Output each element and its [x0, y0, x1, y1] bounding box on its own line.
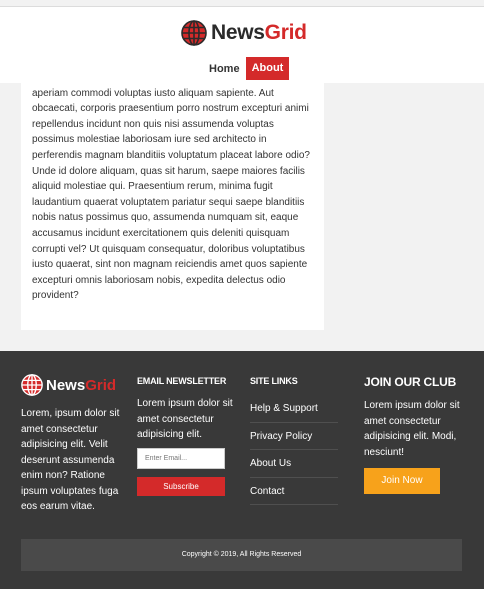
- article-body: iusto voluptatum suscipit et quasi. Repe…: [32, 72, 310, 302]
- main-nav: Home About: [205, 57, 290, 80]
- article-card: iusto voluptatum suscipit et quasi. Repe…: [21, 66, 324, 330]
- footer-about-text: Lorem, ipsum dolor sit amet consectetur …: [21, 408, 120, 512]
- copyright-bar: Copyright © 2019, All Rights Reserved: [21, 539, 462, 571]
- footer-link-about[interactable]: About Us: [250, 450, 338, 478]
- site-header: NewsGrid Home About: [0, 7, 484, 83]
- footer-link-help[interactable]: Help & Support: [250, 395, 338, 423]
- globe-icon: [21, 374, 43, 396]
- club-text: Lorem ipsum dolor sit amet consectetur a…: [364, 400, 460, 458]
- site-links-list: Help & Support Privacy Policy About Us C…: [250, 395, 338, 505]
- globe-icon: [181, 20, 207, 46]
- site-name: NewsGrid: [211, 21, 307, 44]
- site-logo[interactable]: NewsGrid: [181, 18, 307, 48]
- subscribe-button[interactable]: Subscribe: [137, 477, 225, 496]
- nav-about-link[interactable]: About: [245, 57, 290, 80]
- footer-link-contact[interactable]: Contact: [250, 478, 338, 505]
- site-footer: NewsGrid Lorem, ipsum dolor sit amet con…: [0, 351, 484, 589]
- club-title: Join Our Club: [364, 375, 457, 389]
- nav-home-link[interactable]: Home: [205, 59, 244, 79]
- join-now-button[interactable]: Join Now: [364, 468, 440, 494]
- footer-site-name: NewsGrid: [46, 376, 117, 394]
- footer-link-privacy[interactable]: Privacy Policy: [250, 423, 338, 450]
- footer-logo[interactable]: NewsGrid: [21, 374, 116, 396]
- newsletter-text: Lorem ipsum dolor sit amet consectetur a…: [137, 398, 233, 440]
- site-links-title: Site Links: [250, 376, 298, 386]
- newsletter-title: Email Newsletter: [137, 376, 227, 386]
- newsletter-email-input[interactable]: Enter Email...: [137, 448, 225, 469]
